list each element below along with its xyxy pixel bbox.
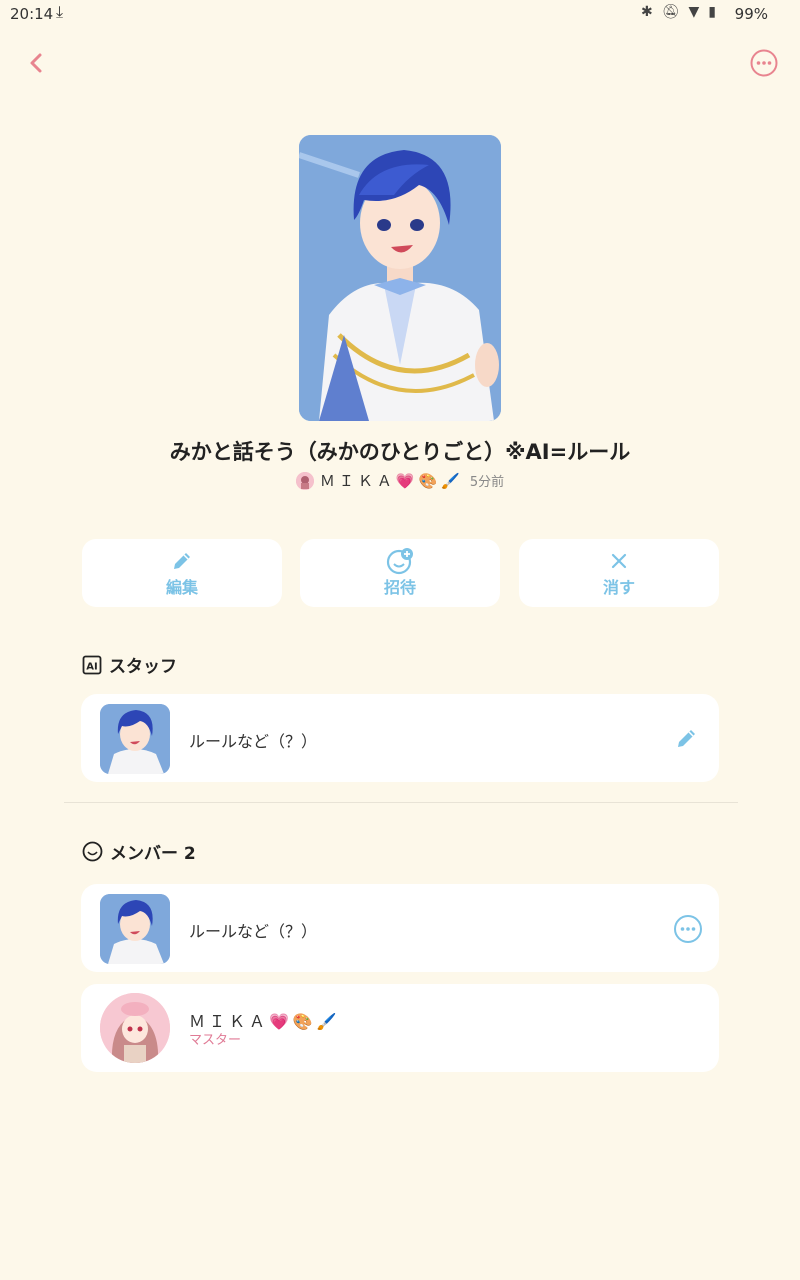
owner-avatar[interactable] [295, 471, 314, 490]
staff-name: ルールなど（？） [189, 732, 318, 751]
owner-info: ＭＩＫＡ💗🎨🖌️ 5分前 [0, 470, 800, 491]
download-icon: ⤓ [56, 2, 64, 21]
more-options-button[interactable] [750, 49, 778, 77]
ai-badge-icon: AI [82, 655, 102, 674]
staff-title-text: スタッフ [109, 657, 177, 677]
delete-button-label: 消す [602, 578, 635, 597]
svg-text:AI: AI [86, 661, 97, 672]
mute-icon: 🔕︎ [661, 4, 680, 20]
room-cover-image [299, 135, 501, 421]
delete-button[interactable]: 消す [519, 539, 719, 607]
member-options-button[interactable] [673, 914, 703, 944]
invite-icon [386, 548, 413, 575]
member-avatar [100, 993, 170, 1063]
bluetooth-icon: ✱ [640, 4, 653, 20]
more-icon [674, 915, 702, 943]
staff-section-title: AI スタッフ [82, 652, 177, 677]
edit-button-label: 編集 [165, 578, 198, 597]
post-time: 5分前 [469, 475, 505, 490]
edit-button[interactable]: 編集 [82, 539, 282, 607]
member-item[interactable]: ルールなど（？） [81, 884, 719, 972]
status-icons: ✱ 🔕︎ ▼ ▮ [641, 4, 716, 20]
back-button[interactable] [22, 48, 52, 78]
member-name: ルールなど（？） [189, 922, 318, 941]
member-avatar [100, 894, 170, 964]
member-role: マスター [189, 1033, 242, 1048]
close-icon [611, 553, 627, 569]
more-icon [750, 49, 778, 77]
room-title: みかと話そう（みかのひとりごと）※AI=ルール [169, 440, 631, 464]
invite-button[interactable]: 招待 [300, 539, 500, 607]
staff-avatar [100, 704, 170, 774]
battery-percent: 99% [734, 5, 768, 23]
invite-button-label: 招待 [383, 578, 416, 597]
pencil-icon [678, 730, 695, 747]
owner-name[interactable]: ＭＩＫＡ💗🎨🖌️ [320, 470, 464, 491]
chevron-left-icon [30, 53, 42, 73]
pencil-icon [174, 553, 190, 569]
section-divider [64, 802, 738, 803]
member-title-text: メンバー 2 [110, 844, 196, 864]
staff-item[interactable]: ルールなど（？） [81, 694, 719, 782]
member-item[interactable]: ＭＩＫＡ💗🎨🖌️ マスター [81, 984, 719, 1072]
wifi-icon: ▼ [688, 4, 700, 20]
edit-staff-button[interactable] [675, 726, 699, 750]
member-section-title: メンバー 2 [82, 839, 196, 864]
status-bar: 20:14 ⤓ ✱ 🔕︎ ▼ ▮ 99% [0, 0, 800, 28]
smile-icon [82, 841, 103, 862]
status-time: 20:14 [10, 5, 54, 23]
battery-icon: ▮ [708, 4, 716, 20]
